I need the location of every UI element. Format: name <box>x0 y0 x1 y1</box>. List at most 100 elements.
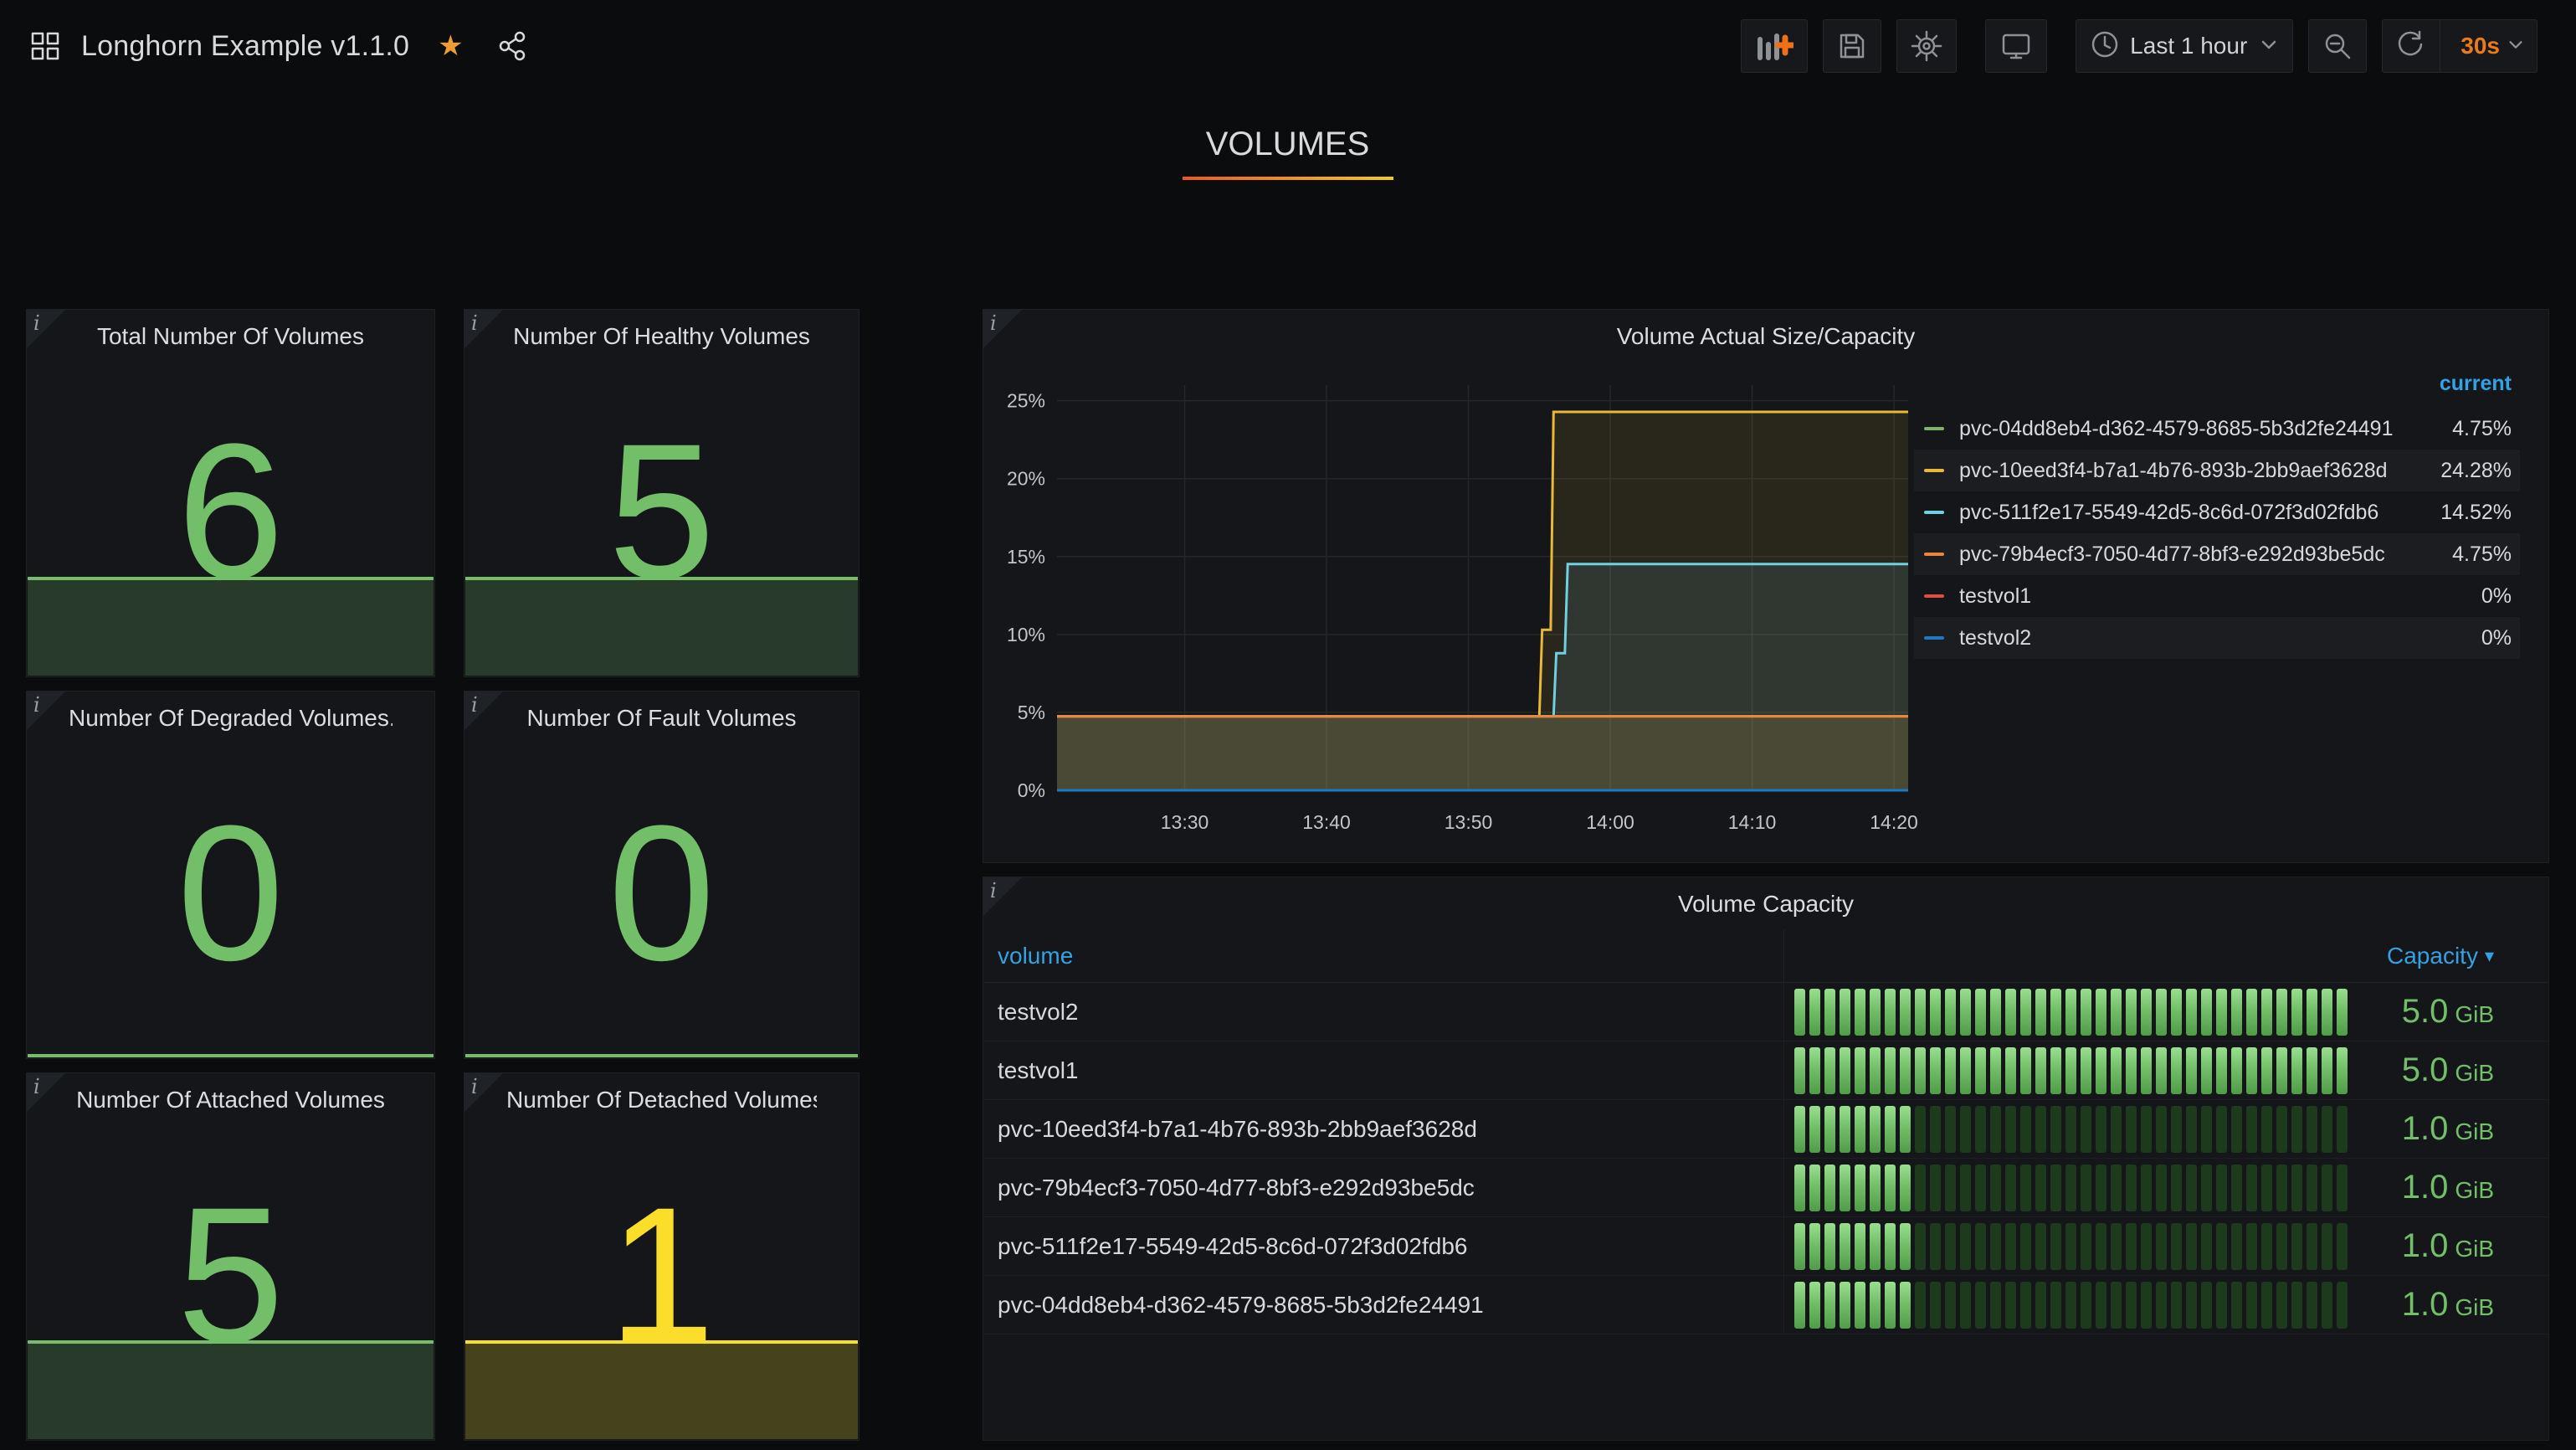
panel-info-icon[interactable]: i <box>464 1073 503 1112</box>
gauge-segment-lit <box>1794 1282 1805 1329</box>
gauge-segment-lit <box>2035 989 2046 1036</box>
save-dashboard-button[interactable] <box>1823 19 1881 73</box>
panel-title: Number Of Detached Volumes... <box>506 1087 817 1113</box>
legend-current-value: 4.75% <box>2452 542 2512 567</box>
refresh-button-group[interactable]: 30s <box>2382 19 2538 73</box>
gauge-segment-lit <box>1870 1047 1881 1094</box>
gauge-segment-lit <box>2111 989 2122 1036</box>
legend-header-current[interactable]: current <box>1914 372 2520 408</box>
gauge-segment-lit <box>2141 1047 2152 1094</box>
gauge-segment-lit <box>2005 1047 2016 1094</box>
favorite-star-icon[interactable]: ★ <box>438 32 463 60</box>
table-row: testvol25.0GiB <box>984 983 2548 1041</box>
legend-item[interactable]: pvc-04dd8eb4-d362-4579-8685-5b3d2fe24491… <box>1914 408 2520 450</box>
legend-item[interactable]: testvol10% <box>1914 575 2520 617</box>
gauge-segment-lit <box>2231 1047 2242 1094</box>
capacity-value: 1.0GiB <box>2402 1286 2494 1324</box>
legend-swatch <box>1924 469 1944 472</box>
panel-info-icon[interactable]: i <box>27 310 65 348</box>
panel-info-icon[interactable]: i <box>464 692 503 730</box>
gauge-segment-unlit <box>2337 1223 2348 1270</box>
chart-legend: current pvc-04dd8eb4-d362-4579-8685-5b3d… <box>1914 372 2520 659</box>
legend-item[interactable]: pvc-10eed3f4-b7a1-4b76-893b-2bb9aef3628d… <box>1914 450 2520 491</box>
refresh-icon[interactable] <box>2394 28 2426 64</box>
gauge-segment-lit <box>1824 1106 1835 1153</box>
gauge-segment-lit <box>1794 1223 1805 1270</box>
legend-item[interactable]: pvc-511f2e17-5549-42d5-8c6d-072f3d02fdb6… <box>1914 491 2520 533</box>
cycle-view-mode-button[interactable] <box>1985 19 2047 73</box>
time-range-picker[interactable]: Last 1 hour <box>2076 19 2293 73</box>
stat-sparkline <box>28 577 434 676</box>
gauge-segment-lit <box>1840 1165 1850 1211</box>
chevron-down-icon[interactable] <box>2507 35 2525 58</box>
row-title-underline <box>1183 177 1393 180</box>
legend-item[interactable]: testvol20% <box>1914 617 2520 659</box>
legend-current-value: 24.28% <box>2440 459 2512 483</box>
gauge-segment-unlit <box>2126 1165 2137 1211</box>
stat-panel-fault-volumes: i Number Of Fault Volumes 0 <box>464 691 860 1059</box>
gauge-segment-unlit <box>2307 1223 2317 1270</box>
gauge-segment-lit <box>1900 1047 1911 1094</box>
gauge-segment-unlit <box>2322 1165 2332 1211</box>
dashboards-grid-icon[interactable] <box>29 30 61 62</box>
gauge-segment-unlit <box>2111 1106 2122 1153</box>
gauge-segment-lit <box>1824 1047 1835 1094</box>
y-axis-tick-label: 15% <box>1007 546 1045 568</box>
gauge-segment-lit <box>1870 1282 1881 1329</box>
gauge-segment-unlit <box>2065 1106 2076 1153</box>
legend-swatch <box>1924 427 1944 430</box>
column-header-capacity[interactable]: Capacity ▾ <box>1783 929 2548 982</box>
capacity-cell: 1.0GiB <box>1783 1100 2548 1158</box>
gauge-segment-unlit <box>2141 1165 2152 1211</box>
gauge-segment-unlit <box>1990 1106 2001 1153</box>
panel-info-icon[interactable]: i <box>27 692 65 730</box>
gauge-segment-unlit <box>1930 1165 1941 1211</box>
gauge-segment-unlit <box>2201 1282 2212 1329</box>
panel-info-icon[interactable]: i <box>464 310 503 348</box>
panel-title: Total Number Of Volumes <box>69 323 393 350</box>
time-series-chart[interactable]: 0%5%10%15%20%25%13:3013:4013:5014:0014:1… <box>992 362 1921 856</box>
gauge-segment-lit <box>1900 1106 1911 1153</box>
gauge-segment-unlit <box>2261 1223 2272 1270</box>
gauge-segment-lit <box>2307 989 2317 1036</box>
gauge-segment-unlit <box>1930 1223 1941 1270</box>
gauge-segment-lit <box>1840 1106 1850 1153</box>
add-panel-button[interactable] <box>1741 19 1808 73</box>
column-header-volume[interactable]: volume <box>984 929 1783 982</box>
volume-name-cell: pvc-511f2e17-5549-42d5-8c6d-072f3d02fdb6 <box>984 1217 1783 1275</box>
legend-item[interactable]: pvc-79b4ecf3-7050-4d77-8bf3-e292d93be5dc… <box>1914 533 2520 575</box>
gauge-segment-unlit <box>2337 1165 2348 1211</box>
gauge-segment-lit <box>2065 989 2076 1036</box>
gauge-segment-unlit <box>2156 1106 2167 1153</box>
gauge-segment-lit <box>2322 989 2332 1036</box>
gauge-segment-unlit <box>1975 1223 1986 1270</box>
gauge-segment-unlit <box>2005 1106 2016 1153</box>
refresh-interval-label[interactable]: 30s <box>2461 33 2500 59</box>
gauge-segment-unlit <box>2096 1106 2106 1153</box>
gauge-segment-unlit <box>2126 1223 2137 1270</box>
gauge-segment-lit <box>2186 1047 2197 1094</box>
gauge-segment-lit <box>1945 1047 1956 1094</box>
panel-info-icon[interactable]: i <box>983 310 1022 348</box>
share-icon[interactable] <box>495 29 529 63</box>
gauge-segment-unlit <box>1960 1106 1971 1153</box>
gauge-segment-unlit <box>2081 1165 2091 1211</box>
panel-info-icon[interactable]: i <box>27 1073 65 1112</box>
gauge-segment-lit <box>2231 989 2242 1036</box>
gauge-segment-unlit <box>2081 1106 2091 1153</box>
gauge-segment-lit <box>1900 1282 1911 1329</box>
gauge-segment-lit <box>1870 989 1881 1036</box>
zoom-out-time-button[interactable] <box>2308 19 2367 73</box>
gauge-segment-lit <box>1990 1047 2001 1094</box>
gauge-segment-lit <box>2171 989 2182 1036</box>
gauge-segment-lit <box>2201 1047 2212 1094</box>
gauge-segment-unlit <box>2035 1106 2046 1153</box>
panel-info-icon[interactable]: i <box>983 877 1022 916</box>
gauge-segment-unlit <box>2216 1106 2227 1153</box>
gauge-segment-unlit <box>2126 1282 2137 1329</box>
gauge-segment-unlit <box>2216 1165 2227 1211</box>
gauge-segment-lit <box>2216 989 2227 1036</box>
gauge-segment-unlit <box>2201 1165 2212 1211</box>
dashboard-settings-button[interactable] <box>1896 19 1957 73</box>
capacity-value: 1.0GiB <box>2402 1169 2494 1206</box>
